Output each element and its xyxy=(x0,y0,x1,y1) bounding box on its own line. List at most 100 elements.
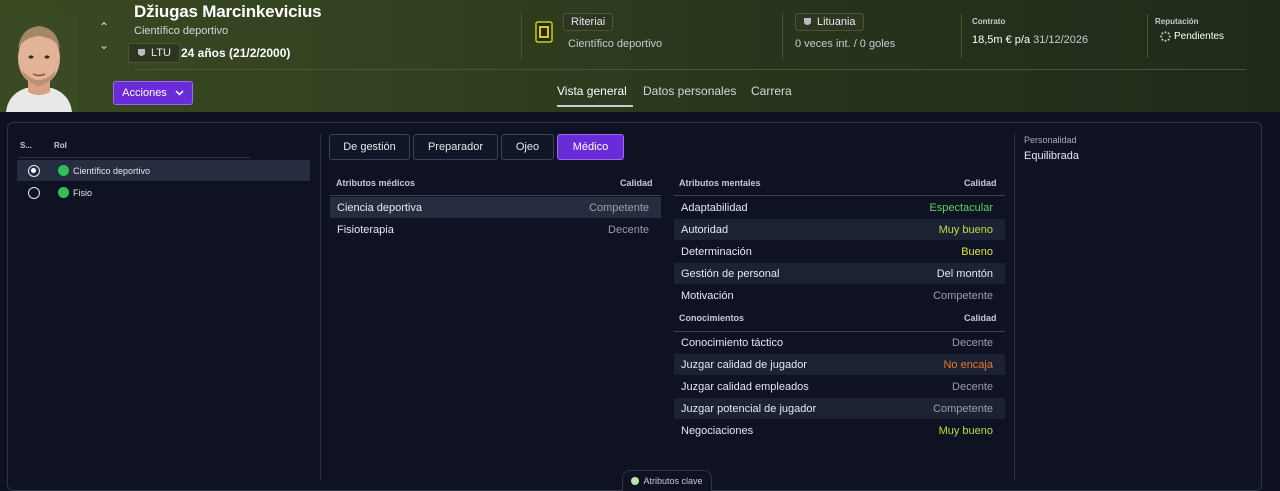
medical-quality-heading: Calidad xyxy=(620,178,653,188)
attribute-quality: Competente xyxy=(589,201,649,214)
attribute-row[interactable]: Negociaciones Muy bueno xyxy=(674,420,1005,441)
column-header-role[interactable]: Rol xyxy=(54,141,67,150)
reputation-label: Reputación xyxy=(1155,17,1199,26)
divider xyxy=(782,14,783,58)
flag-icon xyxy=(804,18,811,25)
active-tab-indicator xyxy=(557,105,633,107)
panel-divider xyxy=(320,134,321,480)
tab-overview[interactable]: Vista general xyxy=(557,84,627,98)
attribute-quality: Decente xyxy=(952,336,993,349)
role-row-sports-scientist[interactable]: Científico deportivo xyxy=(17,160,310,181)
attribute-name: Juzgar calidad empleados xyxy=(681,380,809,393)
attribute-quality: Decente xyxy=(952,380,993,393)
divider xyxy=(1147,14,1148,58)
club-badge-icon[interactable] xyxy=(534,20,554,44)
divider xyxy=(961,14,962,58)
player-age: 24 años (21/2/2000) xyxy=(181,46,291,60)
role-label: Fisio xyxy=(73,187,93,198)
reputation-text: Pendientes xyxy=(1174,31,1225,42)
role-icon xyxy=(58,187,69,198)
status-dot-icon xyxy=(631,477,640,485)
player-avatar xyxy=(0,14,78,112)
radio-unselected-icon[interactable] xyxy=(28,186,40,199)
chevron-down-icon xyxy=(175,90,184,96)
attribute-row[interactable]: Motivación Competente xyxy=(674,285,1005,306)
attribute-name: Conocimiento táctico xyxy=(681,336,784,349)
contract-wage: 18,5m € p/a xyxy=(972,34,1031,46)
attribute-name: Determinación xyxy=(681,245,752,258)
attribute-name: Fisioterapia xyxy=(337,223,394,236)
medical-attributes-heading: Atributos médicos xyxy=(336,178,416,188)
loading-icon xyxy=(1160,31,1171,42)
chevron-up-icon[interactable]: ⌃ xyxy=(96,18,112,36)
divider xyxy=(521,14,522,58)
section-divider xyxy=(330,195,661,196)
role-icon xyxy=(58,165,69,176)
panel-divider xyxy=(1014,134,1015,480)
attribute-name: Gestión de personal xyxy=(681,267,780,280)
contract-value: 18,5m € p/a 31/12/2026 xyxy=(972,34,1088,46)
attribute-name: Autoridad xyxy=(681,223,729,236)
subtab-medical[interactable]: Médico xyxy=(557,134,624,160)
attribute-row[interactable]: Conocimiento táctico Decente xyxy=(674,332,1005,353)
key-attributes-label: Atributos clave xyxy=(643,476,703,486)
nation-code: LTU xyxy=(151,47,171,59)
attribute-name: Ciencia deportiva xyxy=(337,201,422,214)
header-divider xyxy=(134,69,1246,70)
column-divider xyxy=(18,157,250,158)
country-chip[interactable]: Lituania xyxy=(795,13,864,31)
attribute-name: Adaptabilidad xyxy=(681,201,748,214)
attribute-row[interactable]: Gestión de personal Del montón xyxy=(674,263,1005,284)
personality-label: Personalidad xyxy=(1024,135,1077,145)
attribute-quality: Muy bueno xyxy=(938,424,993,437)
knowledge-quality-heading: Calidad xyxy=(964,313,997,323)
role-row-physio[interactable]: Fisio xyxy=(17,182,310,203)
nation-chip[interactable]: LTU xyxy=(128,43,180,63)
club-role: Científico deportivo xyxy=(568,38,663,50)
mental-quality-heading: Calidad xyxy=(964,178,997,188)
radio-selected-icon[interactable] xyxy=(28,164,40,177)
personality-value: Equilibrada xyxy=(1024,150,1080,162)
player-nav: ⌃ ⌄ xyxy=(96,18,112,54)
knowledge-heading: Conocimientos xyxy=(679,313,745,323)
player-role: Científico deportivo xyxy=(134,25,229,37)
chevron-down-icon[interactable]: ⌄ xyxy=(96,36,112,54)
contract-date: 31/12/2026 xyxy=(1033,34,1089,46)
attribute-name: Juzgar potencial de jugador xyxy=(681,402,817,415)
actions-button[interactable]: Acciones xyxy=(113,81,193,105)
country-name: Lituania xyxy=(817,16,856,28)
attribute-name: Juzgar calidad de jugador xyxy=(681,358,807,371)
attribute-quality: Competente xyxy=(933,402,993,415)
attribute-row[interactable]: Fisioterapia Decente xyxy=(330,219,661,240)
attribute-row[interactable]: Determinación Bueno xyxy=(674,241,1005,262)
subtab-coach[interactable]: Preparador xyxy=(413,134,498,160)
tab-career[interactable]: Carrera xyxy=(751,84,792,98)
attribute-name: Motivación xyxy=(681,289,734,302)
flag-icon xyxy=(138,49,145,56)
attribute-row[interactable]: Adaptabilidad Espectacular xyxy=(674,197,1005,218)
subtab-management[interactable]: De gestión xyxy=(329,134,410,160)
attribute-quality: Del montón xyxy=(936,267,993,280)
mental-attributes-heading: Atributos mentales xyxy=(679,178,761,188)
actions-label: Acciones xyxy=(122,87,167,99)
attribute-row[interactable]: Juzgar potencial de jugador Competente xyxy=(674,398,1005,419)
attribute-quality: Muy bueno xyxy=(938,223,993,236)
attribute-quality: Bueno xyxy=(961,245,993,258)
attribute-quality: Competente xyxy=(933,289,993,302)
contract-label: Contrato xyxy=(972,17,1006,26)
reputation-value: Pendientes xyxy=(1160,31,1224,42)
column-header-selection[interactable]: S... xyxy=(20,141,32,150)
attribute-quality: No encaja xyxy=(943,358,993,371)
attribute-row[interactable]: Juzgar calidad de jugador No encaja xyxy=(674,354,1005,375)
attribute-row[interactable]: Juzgar calidad empleados Decente xyxy=(674,376,1005,397)
subtab-scouting[interactable]: Ojeo xyxy=(501,134,554,160)
key-attributes-button[interactable]: Atributos clave xyxy=(622,470,712,491)
attribute-quality: Decente xyxy=(608,223,649,236)
attribute-row[interactable]: Ciencia deportiva Competente xyxy=(330,197,661,218)
tab-personal-data[interactable]: Datos personales xyxy=(643,84,736,98)
section-divider xyxy=(674,195,1005,196)
club-name[interactable]: Riteriai xyxy=(563,13,614,31)
attribute-row[interactable]: Autoridad Muy bueno xyxy=(674,219,1005,240)
role-label: Científico deportivo xyxy=(73,165,151,176)
attribute-quality: Espectacular xyxy=(929,201,993,214)
